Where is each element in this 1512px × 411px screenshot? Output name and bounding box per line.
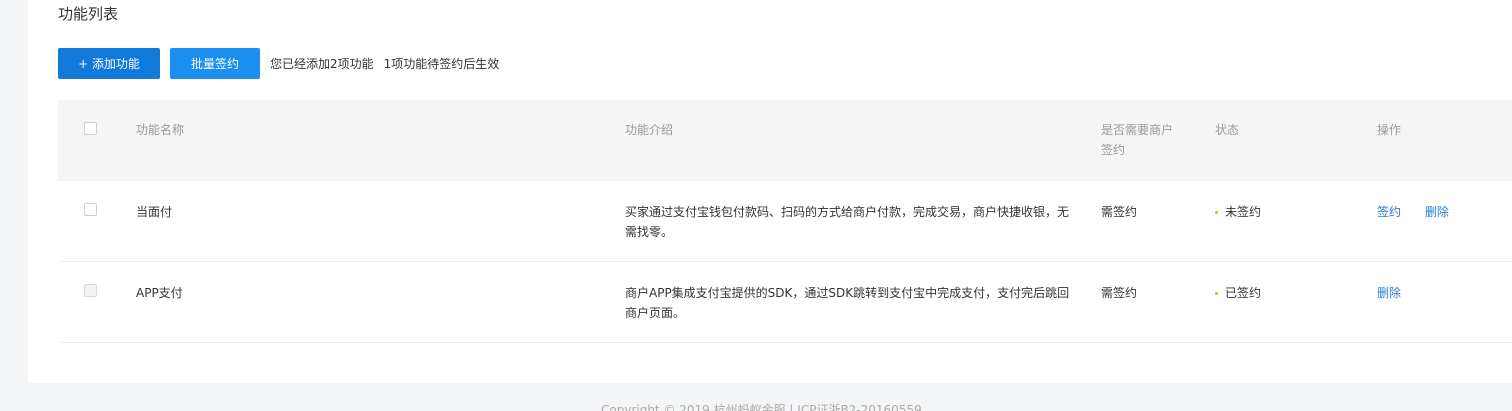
select-all-checkbox-icon[interactable] <box>84 122 97 135</box>
feature-desc: 商户APP集成支付宝提供的SDK，通过SDK跳转到支付宝中完成支付，支付完后跳回… <box>625 286 1070 320</box>
header-desc: 功能介绍 <box>625 123 674 137</box>
row-ops: 删除 <box>1377 283 1421 303</box>
status-text: 未签约 <box>1225 205 1262 219</box>
select-all-cell <box>84 122 97 135</box>
status-text: 已签约 <box>1225 286 1262 300</box>
delete-link[interactable]: 删除 <box>1425 205 1449 219</box>
row-checkbox-cell <box>84 203 97 216</box>
feature-name-link[interactable]: 当面付 <box>136 202 172 222</box>
page: 功能列表 + 添加功能 批量签约 您已经添加2项功能 1项功能待签约后生效 功能… <box>0 0 1512 411</box>
table-header: 功能名称 功能介绍 是否需要商户签约 状态 操作 <box>58 100 1512 181</box>
toolbar: + 添加功能 批量签约 您已经添加2项功能 1项功能待签约后生效 <box>58 48 499 79</box>
header-name: 功能名称 <box>136 123 185 137</box>
header-need-sign: 是否需要商户签约 <box>1101 123 1174 157</box>
row-checkbox-cell <box>84 284 97 297</box>
feature-need-sign: 需签约 <box>1101 205 1138 219</box>
batch-sign-button[interactable]: 批量签约 <box>170 48 260 79</box>
pending-sign-tip: 1项功能待签约后生效 <box>383 57 500 71</box>
feature-name-link[interactable]: APP支付 <box>136 283 183 303</box>
table-row: APP支付 商户APP集成支付宝提供的SDK，通过SDK跳转到支付宝中完成支付，… <box>58 262 1512 343</box>
feature-status: 未签约 <box>1215 202 1261 222</box>
footer: Copyright © 2019 杭州蚂蚁金服 | ICP证浙B2-201605… <box>28 383 1512 411</box>
feature-need-sign: 需签约 <box>1101 286 1138 300</box>
left-sidebar-rail <box>0 0 28 411</box>
table-row: 当面付 买家通过支付宝钱包付款码、扫码的方式给商户付款，完成交易，商户快捷收银，… <box>58 181 1512 262</box>
row-ops: 签约 删除 <box>1377 202 1469 222</box>
row-checkbox-icon <box>84 284 97 297</box>
add-feature-button[interactable]: + 添加功能 <box>58 48 160 79</box>
status-dot-icon <box>1215 291 1218 295</box>
header-ops: 操作 <box>1377 123 1402 137</box>
delete-link[interactable]: 删除 <box>1377 286 1401 300</box>
page-title: 功能列表 <box>58 5 119 23</box>
status-dot-icon <box>1215 210 1218 214</box>
added-count-tip: 您已经添加2项功能 <box>270 57 374 71</box>
header-status: 状态 <box>1215 123 1240 137</box>
sign-link[interactable]: 签约 <box>1377 205 1401 219</box>
feature-desc: 买家通过支付宝钱包付款码、扫码的方式给商户付款，完成交易，商户快捷收银，无需找零… <box>625 205 1070 239</box>
copyright-text: Copyright © 2019 杭州蚂蚁金服 | ICP证浙B2-201605… <box>601 403 922 411</box>
feature-status: 已签约 <box>1215 283 1261 303</box>
feature-table: 功能名称 功能介绍 是否需要商户签约 状态 操作 当面付 买家通过支付宝钱包付款… <box>58 100 1512 343</box>
row-checkbox-icon[interactable] <box>84 203 97 216</box>
